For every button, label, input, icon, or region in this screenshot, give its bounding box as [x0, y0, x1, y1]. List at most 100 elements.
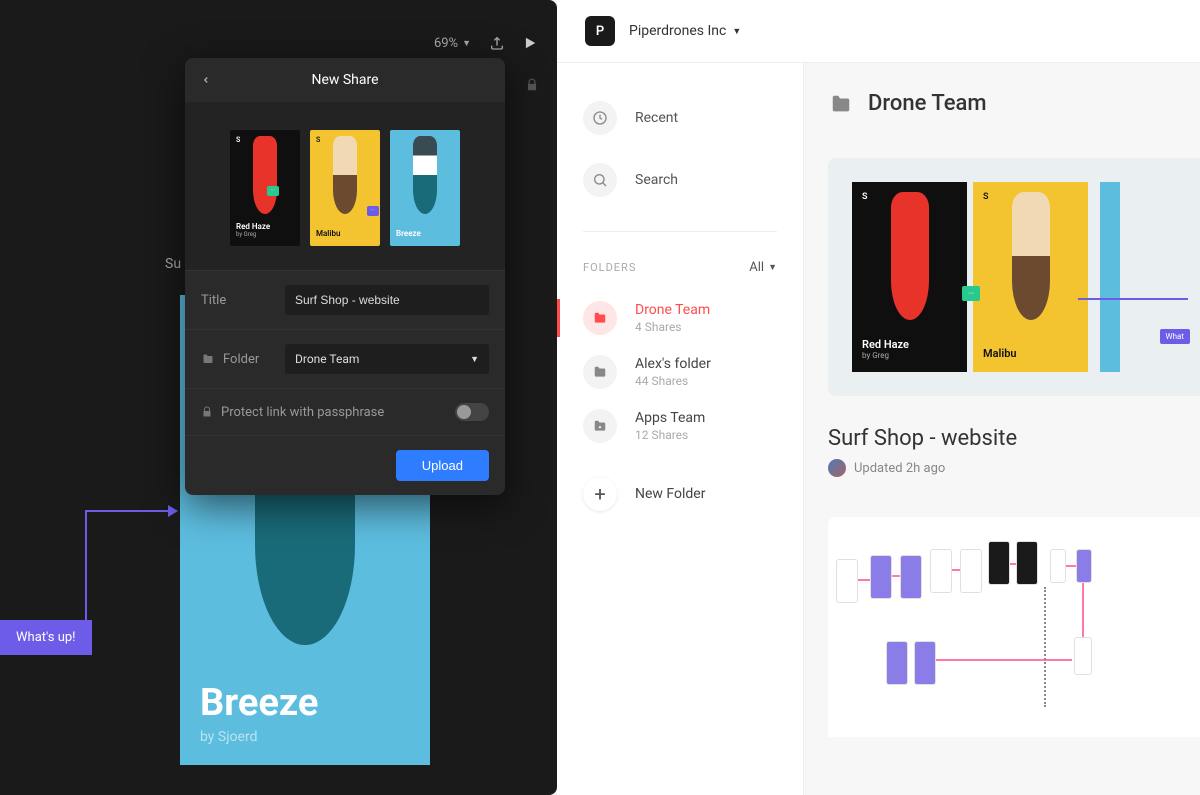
thumb-sub: by Greg [236, 231, 294, 238]
editor-panel: Su What's up! Breeze by Sjoerd 69% ▼ Ne [0, 0, 557, 795]
thumb-name: Malibu [316, 229, 374, 238]
clock-icon [583, 101, 617, 135]
project-name[interactable]: Surf Shop - website [828, 426, 1200, 451]
flow-connector [85, 510, 175, 640]
chevron-down-icon: ▼ [732, 26, 741, 37]
flow-node [836, 559, 858, 603]
folder-alex[interactable]: Alex's folder 44 Shares [557, 345, 803, 399]
thumb-badge: S [316, 136, 320, 144]
play-icon[interactable] [523, 36, 537, 50]
flow-node [900, 555, 922, 599]
passphrase-toggle[interactable] [455, 403, 489, 421]
flow-node [1016, 541, 1038, 585]
folder-icon [583, 301, 617, 335]
preview-card: S Red Haze by Greg [852, 182, 967, 372]
org-avatar[interactable]: P [585, 16, 615, 46]
flow-tag: ··· [267, 186, 279, 196]
nav-search[interactable]: Search [557, 149, 803, 211]
dashboard-content: Drone Team S Red Haze by Greg S Malibu ·… [804, 63, 1200, 795]
title-input[interactable] [285, 285, 489, 315]
preview-thumb: S Malibu [310, 130, 380, 246]
card-name: Malibu [983, 347, 1078, 360]
upload-button[interactable]: Upload [396, 450, 489, 481]
flow-node [960, 549, 982, 593]
modal-footer: Upload [185, 435, 505, 495]
field-label: Title [201, 293, 271, 308]
share-preview: S Red Haze by Greg S Malibu Breeze ··· ·… [185, 102, 505, 270]
folders-filter[interactable]: All ▼ [749, 260, 777, 275]
flow-node [1074, 637, 1092, 675]
folders-heading: FOLDERS [583, 261, 636, 274]
page-title: Drone Team [828, 91, 1200, 116]
flow-connector [936, 659, 1072, 661]
project-preview-strip[interactable]: S Red Haze by Greg S Malibu ··· What [828, 158, 1200, 396]
folder-select[interactable]: Drone Team ▼ [285, 344, 489, 374]
flow-node [886, 641, 908, 685]
flow-node [930, 549, 952, 593]
search-icon [583, 163, 617, 197]
flow-tag: ··· [962, 286, 980, 301]
dashboard-panel: P Piperdrones Inc ▼ Recent Search FOLDER… [557, 0, 1200, 795]
surfboard-graphic [413, 136, 437, 214]
surfboard-graphic [333, 136, 357, 214]
node-label-whatsup[interactable]: What's up! [0, 620, 92, 655]
artboard-title: Breeze [200, 681, 410, 725]
card-sub: by Greg [862, 351, 957, 360]
card-badge: S [983, 192, 989, 202]
card-badge: S [862, 192, 868, 202]
lock-icon[interactable] [525, 78, 539, 92]
zoom-control[interactable]: 69% ▼ [434, 36, 471, 51]
folder-name: Drone Team [635, 302, 710, 318]
preview-thumb: S Red Haze by Greg [230, 130, 300, 246]
folder-drone-team[interactable]: Drone Team 4 Shares [557, 291, 803, 345]
divider [583, 231, 777, 232]
project-meta: Surf Shop - website Updated 2h ago [828, 426, 1200, 477]
share-icon[interactable] [489, 35, 505, 51]
flow-node [988, 541, 1010, 585]
flow-arrowhead [168, 505, 178, 517]
protect-row: Protect link with passphrase [185, 388, 505, 435]
flow-node [914, 641, 936, 685]
flow-node [870, 555, 892, 599]
flow-connector [952, 569, 960, 571]
folder-row: Folder Drone Team ▼ [185, 329, 505, 388]
thumb-badge: S [236, 136, 240, 144]
title-row: Title [185, 270, 505, 329]
folder-apps-team[interactable]: Apps Team 12 Shares [557, 399, 803, 453]
chevron-down-icon: ▼ [462, 38, 471, 49]
flow-connector [1066, 565, 1076, 567]
folder-icon [828, 93, 854, 115]
folder-count: 44 Shares [635, 374, 711, 388]
dashboard-sidebar: Recent Search FOLDERS All ▼ [557, 63, 804, 795]
flow-connector [892, 575, 900, 577]
dashboard-header: P Piperdrones Inc ▼ [557, 0, 1200, 63]
flow-node [1076, 549, 1092, 583]
flow-connector [1010, 563, 1016, 565]
thumb-name: Red Haze [236, 222, 294, 231]
folder-name: Apps Team [635, 410, 705, 426]
field-label: Folder [201, 352, 271, 367]
new-folder-button[interactable]: + New Folder [557, 467, 803, 521]
preview-thumb: Breeze [390, 130, 460, 246]
back-button[interactable] [201, 73, 231, 87]
modal-title: New Share [231, 72, 459, 88]
folder-icon [583, 355, 617, 389]
modal-header: New Share [185, 58, 505, 102]
preview-card: S Malibu [973, 182, 1088, 372]
nav-recent[interactable]: Recent [557, 87, 803, 149]
artboard-subtitle: by Sjoerd [200, 729, 410, 745]
plus-icon: + [583, 477, 617, 511]
org-switcher[interactable]: Piperdrones Inc ▼ [629, 23, 741, 39]
user-avatar[interactable] [828, 459, 846, 477]
flow-node [1050, 549, 1066, 583]
flow-tag: ··· [367, 206, 379, 216]
protect-label: Protect link with passphrase [221, 405, 384, 420]
project-preview-flowchart[interactable] [828, 517, 1200, 737]
card-name: Red Haze [862, 338, 957, 351]
new-share-modal: New Share S Red Haze by Greg S Malibu Br… [185, 58, 505, 495]
surfboard-graphic [891, 192, 929, 320]
flow-connector [1082, 583, 1084, 637]
artboard-label: Su [165, 256, 181, 272]
editor-toolbar: 69% ▼ [434, 35, 537, 51]
project-updated: Updated 2h ago [854, 461, 945, 476]
